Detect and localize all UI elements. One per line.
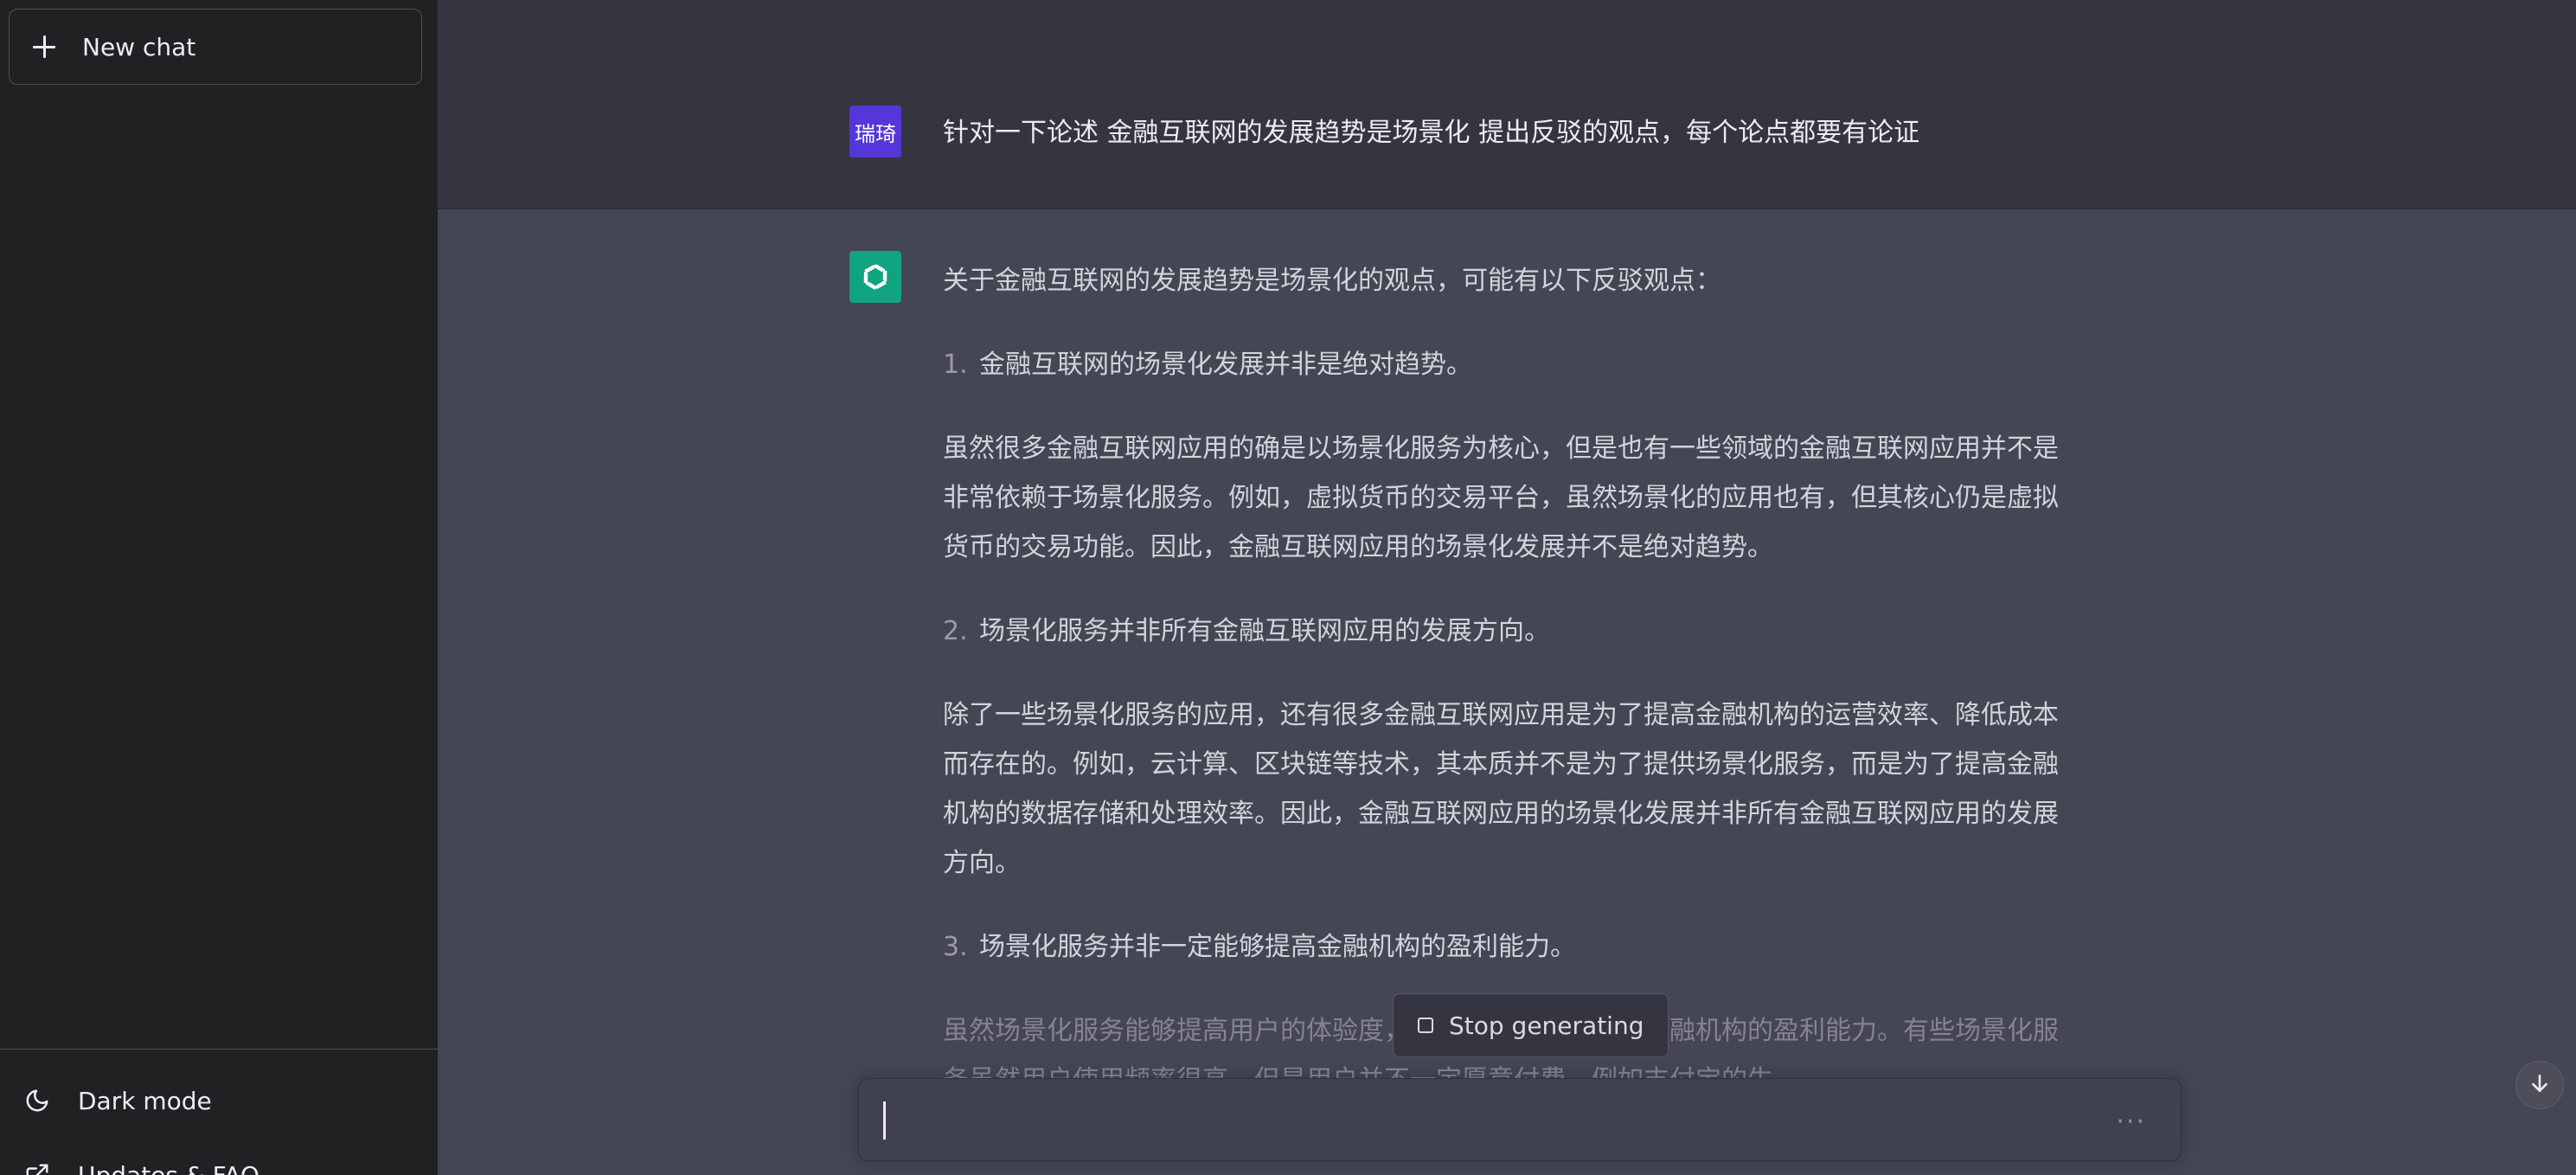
list-number: 3. xyxy=(943,932,968,962)
user-message-row: 瑞琦 针对一下论述 金融互联网的发展趋势是场景化 提出反驳的观点，每个论点都要有… xyxy=(438,78,2576,209)
paragraph: 虽然很多金融互联网应用的确是以场景化服务为核心，但是也有一些领域的金融互联网应用… xyxy=(943,433,2059,562)
text-caret xyxy=(883,1101,886,1140)
paragraph: 除了一些场景化服务的应用，还有很多金融互联网应用是为了提高金融机构的运营效率、降… xyxy=(943,700,2059,878)
chat-main: 瑞琦 针对一下论述 金融互联网的发展趋势是场景化 提出反驳的观点，每个论点都要有… xyxy=(438,0,2576,1175)
list-item: 1. 金融互联网的场景化发展并非是绝对趋势。 xyxy=(943,340,2059,389)
stop-generating-button[interactable]: Stop generating xyxy=(1393,993,1669,1057)
user-message-text: 针对一下论述 金融互联网的发展趋势是场景化 提出反驳的观点，每个论点都要有论证 xyxy=(943,118,1920,148)
dark-mode-label: Dark mode xyxy=(78,1086,212,1115)
list-item: 3. 场景化服务并非一定能够提高金融机构的盈利能力。 xyxy=(943,922,2059,972)
list-item: 2. 场景化服务并非所有金融互联网应用的发展方向。 xyxy=(943,607,2059,656)
updates-faq-label: Updates & FAQ xyxy=(78,1160,260,1175)
scroll-down-button[interactable] xyxy=(2515,1061,2564,1109)
updates-faq-link[interactable]: Updates & FAQ xyxy=(0,1138,438,1175)
dark-mode-button[interactable]: Dark mode xyxy=(0,1063,438,1138)
top-strip xyxy=(438,0,2576,78)
list-item-title: 场景化服务并非一定能够提高金融机构的盈利能力。 xyxy=(979,932,1576,962)
external-link-icon xyxy=(22,1160,52,1175)
list-number: 2. xyxy=(943,616,968,646)
sidebar: New chat Dark mode Updates & FAQ xyxy=(0,0,438,1175)
moon-icon xyxy=(22,1086,52,1115)
stop-generating-label: Stop generating xyxy=(1449,1011,1644,1040)
new-chat-button[interactable]: New chat xyxy=(9,9,422,85)
openai-logo-icon xyxy=(849,251,901,303)
answer-intro: 关于金融互联网的发展趋势是场景化的观点，可能有以下反驳观点： xyxy=(943,266,1721,296)
list-number: 1. xyxy=(943,350,968,380)
plus-icon xyxy=(32,35,56,59)
list-item-title: 金融互联网的场景化发展并非是绝对趋势。 xyxy=(979,350,1472,380)
message-input[interactable]: ··· xyxy=(858,1078,2182,1161)
sidebar-bottom-menu: Dark mode Updates & FAQ xyxy=(0,1049,438,1175)
arrow-down-icon xyxy=(2528,1072,2551,1098)
new-chat-label: New chat xyxy=(82,32,196,61)
user-avatar: 瑞琦 xyxy=(849,106,901,157)
stop-square-icon xyxy=(1418,1018,1433,1033)
typing-indicator-icon: ··· xyxy=(2116,1107,2146,1137)
app-window: New chat Dark mode Updates & FAQ 瑞琦 针对一下… xyxy=(0,0,2576,1175)
list-item-title: 场景化服务并非所有金融互联网应用的发展方向。 xyxy=(979,616,1550,646)
